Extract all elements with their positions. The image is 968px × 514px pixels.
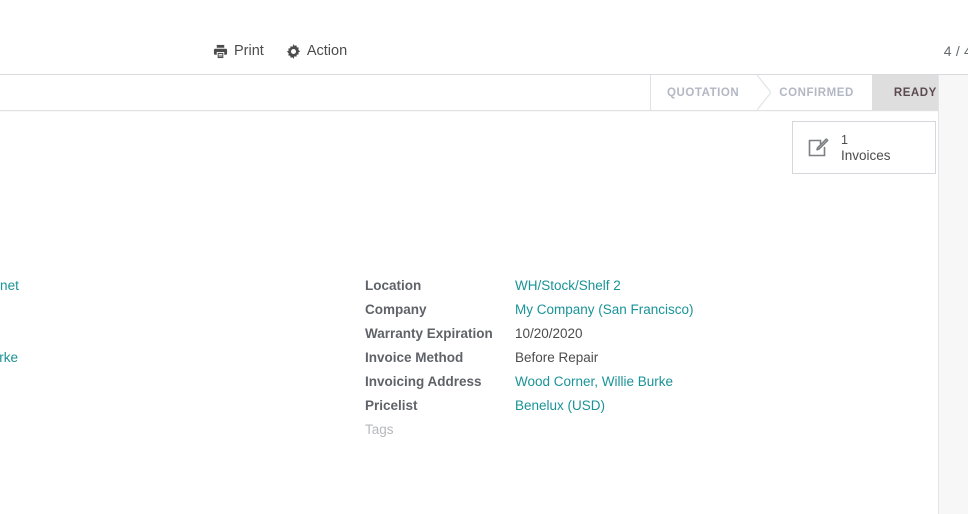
company-label: Company [365, 302, 427, 317]
gear-icon [286, 43, 301, 59]
field-warranty-expiration: Warranty Expiration 10/20/2020 [365, 326, 805, 350]
field-pricelist: Pricelist Benelux (USD) [365, 398, 805, 422]
pricelist-value[interactable]: Benelux (USD) [515, 398, 605, 413]
action-button[interactable]: Action [286, 41, 347, 61]
invoices-label: Invoices [841, 147, 891, 163]
field-quantity: 0 [0, 302, 180, 326]
invoices-count: 1 [841, 132, 848, 147]
print-button-label: Print [234, 43, 264, 59]
product-value[interactable]: COM07] Large Cabinet [0, 278, 19, 293]
stage-label: CONFIRMED [779, 86, 854, 99]
repair-order-form-page: Print Action 4 / 4 QUOTATION [0, 0, 968, 514]
control-panel-actions: Print Action [213, 41, 347, 61]
stage-label: QUOTATION [667, 86, 740, 99]
invoice-method-value[interactable]: Before Repair [515, 350, 598, 365]
company-value[interactable]: My Company (San Francisco) [515, 302, 694, 317]
statusbar-stage-confirmed[interactable]: CONFIRMED [757, 74, 887, 111]
field-product-variant: re Interior [0, 326, 180, 350]
warranty-expiration-value[interactable]: 10/20/2020 [515, 326, 583, 341]
customer-value[interactable]: od Corner, Willie Burke [0, 350, 18, 365]
field-location: Location WH/Stock/Shelf 2 [365, 278, 805, 302]
location-value[interactable]: WH/Stock/Shelf 2 [515, 278, 621, 293]
tags-label: Tags [365, 422, 394, 437]
field-product: COM07] Large Cabinet [0, 278, 180, 302]
record-pager[interactable]: 4 / 4 [944, 41, 968, 61]
invoice-method-label: Invoice Method [365, 350, 464, 365]
pricelist-label: Pricelist [365, 398, 418, 413]
form-sheet: COM07] Large Cabinet 0 re Interior od Co… [0, 174, 938, 514]
right-gutter [938, 75, 968, 514]
invoices-smart-button[interactable]: 1 Invoices [792, 121, 936, 174]
field-company: Company My Company (San Francisco) [365, 302, 805, 326]
invoices-smart-button-text: 1 Invoices [841, 132, 891, 164]
invoicing-address-label: Invoicing Address [365, 374, 482, 389]
location-label: Location [365, 278, 422, 293]
invoicing-address-value[interactable]: Wood Corner, Willie Burke [515, 374, 673, 389]
statusbar-stage-quotation[interactable]: QUOTATION [651, 74, 773, 111]
control-panel: Print Action 4 / 4 [0, 0, 968, 75]
field-invoice-method: Invoice Method Before Repair [365, 350, 805, 374]
form-group-left: COM07] Large Cabinet 0 re Interior od Co… [0, 278, 180, 374]
action-button-label: Action [306, 43, 348, 59]
pencil-square-icon [806, 136, 830, 160]
statusbar: QUOTATION CONFIRMED READY TO REPAIR [650, 74, 968, 111]
field-customer: od Corner, Willie Burke [0, 350, 180, 374]
warranty-expiration-label: Warranty Expiration [365, 326, 493, 341]
sheet-header: QUOTATION CONFIRMED READY TO REPAIR [0, 74, 968, 111]
form-group-right: Location WH/Stock/Shelf 2 Company My Com… [365, 278, 805, 446]
field-tags: Tags [365, 422, 805, 446]
print-button[interactable]: Print [213, 41, 264, 61]
field-invoicing-address: Invoicing Address Wood Corner, Willie Bu… [365, 374, 805, 398]
smart-buttons-row: 1 Invoices [0, 112, 938, 174]
printer-icon [213, 44, 228, 59]
